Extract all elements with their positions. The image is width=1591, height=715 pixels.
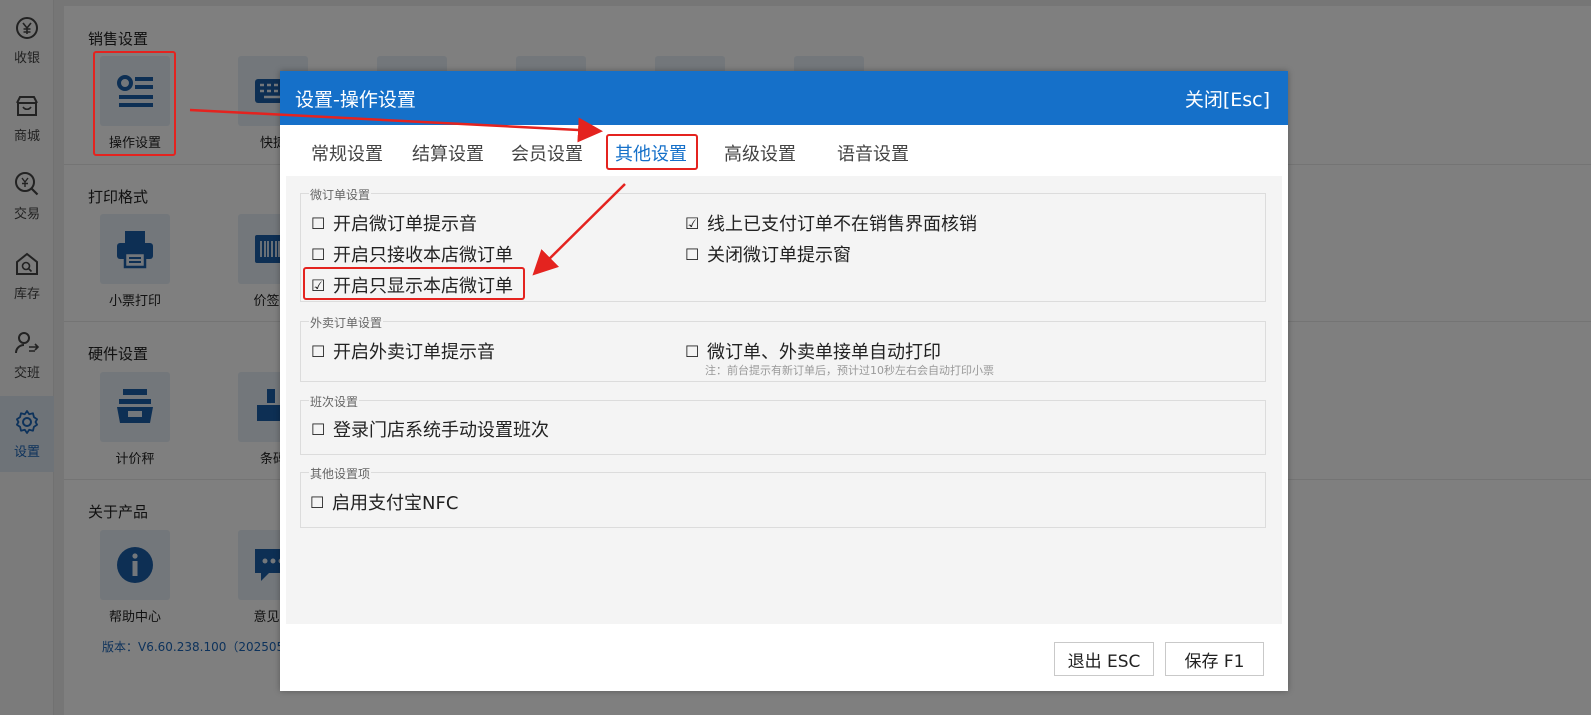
checkbox-label: 微订单、外卖单接单自动打印 (707, 342, 941, 363)
checkbox-unchecked-icon: ☐ (310, 492, 325, 512)
checkbox-unchecked-icon: ☐ (311, 341, 326, 361)
checkbox-unchecked-icon: ☐ (311, 419, 326, 439)
group-legend: 微订单设置 (309, 186, 372, 203)
checkbox-label: 开启微订单提示音 (333, 214, 477, 235)
checkbox-takeout-sound[interactable]: ☐ 开启外卖订单提示音 (311, 338, 495, 364)
checkbox-label: 启用支付宝NFC (332, 493, 459, 514)
checkbox-close-popup[interactable]: ☐ 关闭微订单提示窗 (685, 241, 851, 267)
checkbox-label: 关闭微订单提示窗 (707, 245, 851, 266)
tab-member[interactable]: 会员设置 (511, 140, 583, 166)
tab-other[interactable]: 其他设置 (615, 140, 687, 166)
tab-general[interactable]: 常规设置 (311, 140, 383, 166)
checkbox-micro-order-sound[interactable]: ☐ 开启微订单提示音 (311, 210, 477, 236)
dialog-header: 设置-操作设置 关闭[Esc] (280, 71, 1288, 125)
checkbox-label: 开启只显示本店微订单 (333, 276, 513, 297)
tab-checkout[interactable]: 结算设置 (412, 140, 484, 166)
group-shift: 班次设置 ☐ 登录门店系统手动设置班次 (300, 393, 1266, 455)
auto-print-note: 注：前台提示有新订单后，预计过10秒左右会自动打印小票 (705, 364, 994, 377)
exit-button[interactable]: 退出 ESC (1054, 642, 1154, 676)
checkbox-show-own-store-only[interactable]: ☑ 开启只显示本店微订单 (311, 272, 513, 298)
checkbox-checked-icon: ☑ (311, 275, 326, 295)
checkbox-label: 线上已支付订单不在销售界面核销 (707, 214, 977, 235)
settings-dialog: 设置-操作设置 关闭[Esc] 常规设置 结算设置 会员设置 其他设置 高级设置… (280, 71, 1288, 691)
dialog-title: 设置-操作设置 (295, 88, 416, 111)
group-takeout-order: 外卖订单设置 ☐ 开启外卖订单提示音 ☐ 微订单、外卖单接单自动打印 注：前台提… (300, 314, 1266, 382)
checkbox-label: 开启外卖订单提示音 (333, 342, 495, 363)
tab-advanced[interactable]: 高级设置 (724, 140, 796, 166)
group-legend: 外卖订单设置 (309, 314, 384, 331)
checkbox-label: 开启只接收本店微订单 (333, 245, 513, 266)
checkbox-unchecked-icon: ☐ (311, 244, 326, 264)
tab-voice[interactable]: 语音设置 (837, 140, 909, 166)
close-button[interactable]: 关闭[Esc] (1185, 85, 1270, 112)
checkbox-manual-shift[interactable]: ☐ 登录门店系统手动设置班次 (311, 416, 549, 442)
checkbox-alipay-nfc[interactable]: ☐ 启用支付宝NFC (310, 489, 458, 515)
group-other: 其他设置项 ☐ 启用支付宝NFC (300, 465, 1266, 528)
group-micro-order: 微订单设置 ☐ 开启微订单提示音 ☑ 线上已支付订单不在销售界面核销 ☐ 开启只… (300, 186, 1266, 302)
group-legend: 班次设置 (309, 393, 360, 410)
checkbox-unchecked-icon: ☐ (311, 213, 326, 233)
tab-content-panel: 微订单设置 ☐ 开启微订单提示音 ☑ 线上已支付订单不在销售界面核销 ☐ 开启只… (286, 176, 1282, 624)
save-button[interactable]: 保存 F1 (1165, 642, 1264, 676)
checkbox-unchecked-icon: ☐ (685, 244, 700, 264)
checkbox-auto-print[interactable]: ☐ 微订单、外卖单接单自动打印 (685, 338, 941, 364)
group-legend: 其他设置项 (309, 465, 372, 482)
checkbox-receive-own-store-only[interactable]: ☐ 开启只接收本店微订单 (311, 241, 513, 267)
checkbox-checked-icon: ☑ (685, 213, 700, 233)
tab-bar: 常规设置 结算设置 会员设置 其他设置 高级设置 语音设置 (280, 125, 1288, 176)
checkbox-label: 登录门店系统手动设置班次 (333, 420, 549, 441)
checkbox-online-paid-no-verify[interactable]: ☑ 线上已支付订单不在销售界面核销 (685, 210, 977, 236)
checkbox-unchecked-icon: ☐ (685, 341, 700, 361)
